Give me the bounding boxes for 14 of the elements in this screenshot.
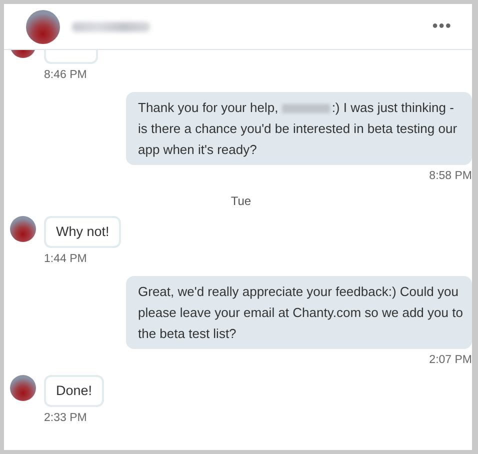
avatar: [26, 10, 60, 44]
message-bubble: Thank you for your help, :) I was just thinking - is there a chance you'd be interested in beta testing our app when it's ready?: [126, 92, 472, 166]
avatar: [10, 216, 36, 242]
day-separator: Tue: [230, 194, 252, 208]
timestamp: 2:07 PM: [429, 354, 472, 366]
timestamp: 8:46 PM: [44, 69, 87, 81]
message-bubble: Great, we'd really appreciate your feedback:) Could you please leave your email at Chanty.com so we add you to the beta test list?: [126, 276, 472, 349]
timestamp: 1:44 PM: [44, 252, 87, 264]
avatar: [10, 375, 36, 401]
message-bubble: Done!: [44, 375, 104, 407]
more-menu-icon[interactable]: •••: [432, 14, 452, 38]
message-bubble: Why not!: [44, 216, 122, 248]
timestamp: 8:58 PM: [429, 170, 472, 182]
timestamp: 2:33 PM: [44, 412, 87, 424]
